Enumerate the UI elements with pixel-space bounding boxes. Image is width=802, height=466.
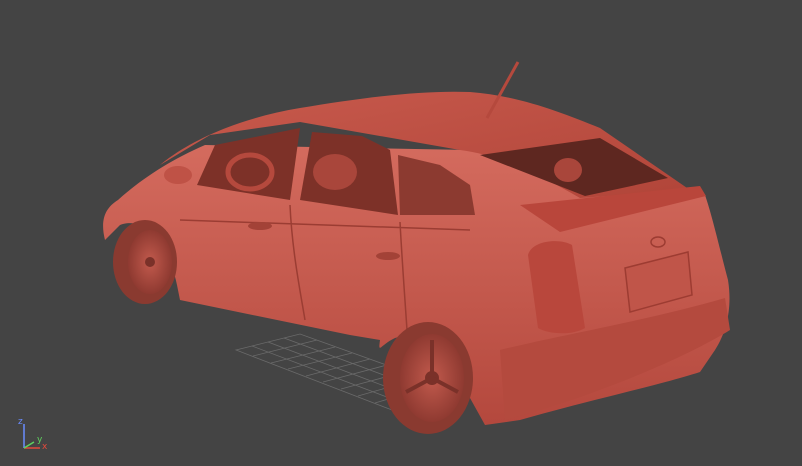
side-mirror xyxy=(164,166,192,184)
axis-x-label: x xyxy=(42,442,48,452)
front-door-handle xyxy=(248,222,272,230)
front-seat xyxy=(313,154,357,190)
3d-viewport[interactable]: z y x xyxy=(0,0,802,466)
car-model[interactable] xyxy=(103,61,730,434)
viewport-scene xyxy=(23,61,730,449)
axis-z-label: z xyxy=(18,417,23,427)
axis-y-line xyxy=(23,441,35,449)
front-wheel xyxy=(113,220,177,304)
rear-door-handle xyxy=(376,252,400,260)
rear-wheel xyxy=(383,322,473,434)
rear-seat xyxy=(554,158,582,182)
